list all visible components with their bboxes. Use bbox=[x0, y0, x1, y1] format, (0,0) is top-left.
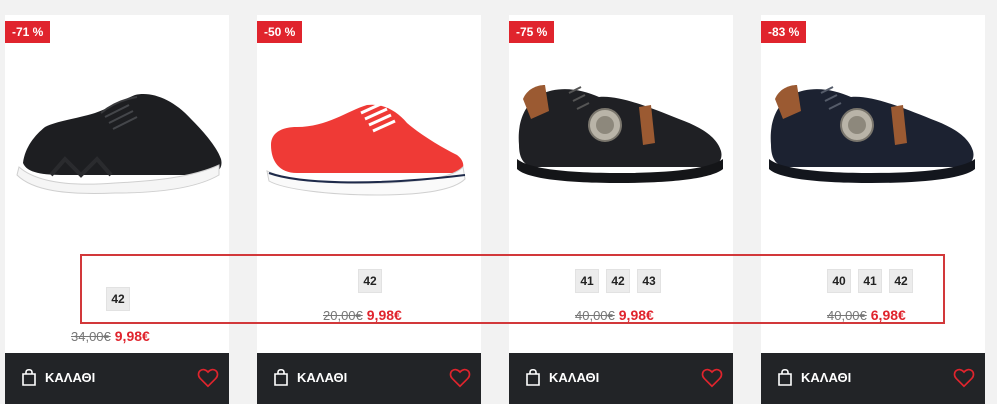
size-options: 41 42 43 bbox=[575, 269, 661, 293]
size-option[interactable]: 42 bbox=[106, 287, 130, 311]
size-options: 40 41 42 bbox=[827, 269, 913, 293]
size-options: 42 bbox=[358, 269, 382, 293]
old-price: 34,00€ bbox=[71, 329, 111, 344]
add-to-cart-button[interactable]: ΚΑΛΑΘΙ bbox=[777, 368, 851, 386]
shopping-bag-icon bbox=[778, 368, 792, 386]
old-price: 40,00€ bbox=[575, 308, 615, 323]
add-to-cart-button[interactable]: ΚΑΛΑΘΙ bbox=[525, 368, 599, 386]
product-image[interactable] bbox=[5, 55, 229, 215]
product-card[interactable]: -83 % 40 41 42 40,00€ 6,98€ ΚΑΛΑΘΙ bbox=[761, 15, 985, 404]
add-to-cart-button[interactable]: ΚΑΛΑΘΙ bbox=[21, 368, 95, 386]
sale-price: 9,98€ bbox=[366, 307, 402, 323]
price: 34,00€ 9,98€ bbox=[71, 328, 150, 344]
action-bar: ΚΑΛΑΘΙ bbox=[509, 353, 733, 404]
product-image[interactable] bbox=[761, 55, 985, 215]
add-to-cart-button[interactable]: ΚΑΛΑΘΙ bbox=[273, 368, 347, 386]
heart-icon[interactable] bbox=[953, 367, 975, 389]
size-option[interactable]: 42 bbox=[358, 269, 382, 293]
product-card[interactable]: -50 % 42 20,00€ 9,98€ ΚΑΛΑΘΙ bbox=[257, 15, 481, 404]
price: 20,00€ 9,98€ bbox=[323, 307, 402, 323]
old-price: 40,00€ bbox=[827, 308, 867, 323]
shopping-bag-icon bbox=[274, 368, 288, 386]
shopping-bag-icon bbox=[22, 368, 36, 386]
sale-price: 9,98€ bbox=[618, 307, 654, 323]
shopping-bag-icon bbox=[526, 368, 540, 386]
heart-icon[interactable] bbox=[449, 367, 471, 389]
discount-badge: -83 % bbox=[761, 21, 807, 43]
size-option[interactable]: 42 bbox=[889, 269, 913, 293]
size-options: 42 bbox=[106, 287, 130, 311]
discount-badge: -50 % bbox=[257, 21, 303, 43]
action-bar: ΚΑΛΑΘΙ bbox=[5, 353, 229, 404]
size-option[interactable]: 41 bbox=[575, 269, 599, 293]
cart-label: ΚΑΛΑΘΙ bbox=[45, 369, 96, 385]
sale-price: 6,98€ bbox=[870, 307, 906, 323]
size-option[interactable]: 41 bbox=[858, 269, 882, 293]
product-card[interactable]: -71 % 42 34,00€ 9,98€ ΚΑΛΑΘΙ bbox=[5, 15, 229, 404]
cart-label: ΚΑΛΑΘΙ bbox=[297, 369, 348, 385]
product-card[interactable]: -75 % 41 42 43 40,00€ 9,98€ ΚΑΛΑΘΙ bbox=[509, 15, 733, 404]
cart-label: ΚΑΛΑΘΙ bbox=[801, 369, 852, 385]
cart-label: ΚΑΛΑΘΙ bbox=[549, 369, 600, 385]
product-image[interactable] bbox=[509, 55, 733, 215]
action-bar: ΚΑΛΑΘΙ bbox=[257, 353, 481, 404]
action-bar: ΚΑΛΑΘΙ bbox=[761, 353, 985, 404]
discount-badge: -75 % bbox=[509, 21, 555, 43]
price: 40,00€ 9,98€ bbox=[575, 307, 654, 323]
heart-icon[interactable] bbox=[701, 367, 723, 389]
sale-price: 9,98€ bbox=[114, 328, 150, 344]
heart-icon[interactable] bbox=[197, 367, 219, 389]
size-option[interactable]: 42 bbox=[606, 269, 630, 293]
size-option[interactable]: 43 bbox=[637, 269, 661, 293]
old-price: 20,00€ bbox=[323, 308, 363, 323]
size-option[interactable]: 40 bbox=[827, 269, 851, 293]
price: 40,00€ 6,98€ bbox=[827, 307, 906, 323]
discount-badge: -71 % bbox=[5, 21, 51, 43]
product-image[interactable] bbox=[257, 55, 481, 215]
